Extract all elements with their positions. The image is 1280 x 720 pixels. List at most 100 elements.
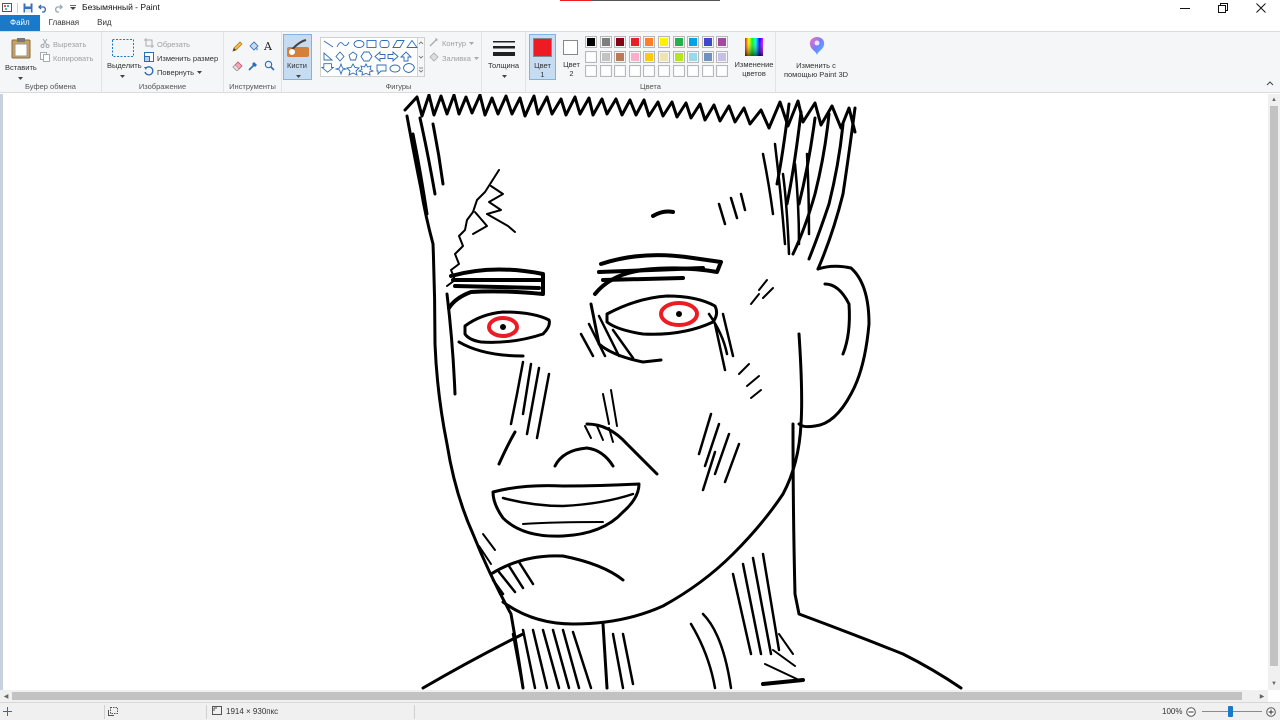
select-button[interactable]: Выделить — [105, 36, 142, 81]
rotate-button[interactable]: Повернуть — [144, 66, 203, 78]
palette-color-fill — [601, 38, 610, 46]
status-bar: 1914 × 930пкс 100% — [0, 702, 1280, 720]
palette-color-swatch[interactable] — [599, 36, 612, 48]
palette-color-swatch[interactable] — [614, 50, 627, 63]
collapse-ribbon-icon[interactable] — [1266, 78, 1274, 88]
scroll-right-icon[interactable]: ▶ — [1256, 690, 1268, 702]
palette-color-swatch[interactable] — [599, 65, 612, 78]
pencil-icon[interactable] — [232, 41, 243, 54]
cut-label: Вырезать — [53, 39, 87, 49]
color1-label: Цвет — [534, 61, 551, 70]
shapes-gallery[interactable] — [320, 37, 418, 77]
ribbon-tabs: Файл Главная Вид — [0, 15, 1280, 31]
palette-color-swatch[interactable] — [585, 50, 597, 63]
palette-color-swatch[interactable] — [643, 50, 656, 63]
palette-color-swatch[interactable] — [701, 50, 714, 63]
magnifier-icon[interactable] — [264, 60, 275, 73]
palette-color-swatch[interactable] — [672, 36, 685, 48]
zoom-in-icon[interactable] — [1266, 703, 1276, 720]
palette-color-swatch[interactable] — [643, 36, 656, 48]
palette-color-swatch[interactable] — [658, 36, 670, 48]
palette-color-swatch[interactable] — [643, 65, 656, 78]
palette-color-swatch[interactable] — [716, 36, 729, 48]
clipboard-group: Вставить Вырезать Копировать Буфер обмен… — [0, 32, 102, 93]
color2-button[interactable]: Цвет 2 — [558, 34, 585, 80]
scroll-left-icon[interactable]: ◀ — [0, 690, 12, 702]
text-tool-button[interactable]: A — [264, 40, 272, 53]
copy-icon — [40, 52, 50, 64]
restore-icon[interactable] — [1204, 0, 1242, 15]
cut-button[interactable]: Вырезать — [40, 38, 86, 50]
quick-access-toolbar — [2, 1, 78, 14]
outline-button[interactable]: Контур — [429, 37, 475, 49]
zoom-slider-thumb[interactable] — [1228, 706, 1233, 717]
palette-color-swatch[interactable] — [585, 36, 597, 48]
fill-button[interactable]: Заливка — [429, 52, 479, 64]
resize-button[interactable]: Изменить размер — [144, 52, 218, 64]
redo-icon[interactable] — [52, 2, 63, 13]
tab-view[interactable]: Вид — [88, 15, 120, 31]
palette-color-fill — [689, 52, 698, 61]
shapes-scroll[interactable] — [418, 37, 425, 77]
paint3d-icon — [808, 36, 826, 58]
palette-color-swatch[interactable] — [687, 36, 700, 48]
select-dropdown-icon — [120, 71, 125, 81]
palette-color-swatch[interactable] — [687, 50, 700, 63]
vertical-scrollbar[interactable]: ▲ ▼ — [1268, 94, 1280, 690]
palette-color-fill — [674, 52, 683, 61]
rotate-label: Повернуть — [157, 67, 195, 77]
tab-home[interactable]: Главная — [40, 15, 88, 31]
clipboard-group-label: Буфер обмена — [25, 82, 76, 91]
edit-with-paint3d-button[interactable]: Изменить с помощью Paint 3D — [780, 35, 852, 81]
minimize-icon[interactable] — [1166, 0, 1204, 15]
palette-color-swatch[interactable] — [614, 65, 627, 78]
palette-color-swatch[interactable] — [628, 36, 641, 48]
tab-file[interactable]: Файл — [0, 15, 40, 31]
fill-bucket-icon[interactable] — [248, 41, 259, 54]
customize-qat-icon[interactable] — [67, 2, 78, 13]
palette-color-swatch[interactable] — [716, 65, 729, 78]
size-dropdown-icon — [502, 71, 507, 81]
workspace — [0, 93, 1280, 690]
palette-color-swatch[interactable] — [672, 65, 685, 78]
palette-color-swatch[interactable] — [658, 50, 670, 63]
vertical-scroll-thumb[interactable] — [1270, 106, 1278, 666]
palette-color-swatch[interactable] — [687, 65, 700, 78]
tools-group-label: Инструменты — [229, 82, 276, 91]
color-picker-icon[interactable] — [248, 60, 259, 73]
eraser-icon[interactable] — [232, 60, 243, 73]
palette-color-swatch[interactable] — [672, 50, 685, 63]
ribbon: Вставить Вырезать Копировать Буфер обмен… — [0, 31, 1280, 93]
palette-color-swatch[interactable] — [716, 50, 729, 63]
brushes-button[interactable]: Кисти — [283, 34, 312, 80]
copy-button[interactable]: Копировать — [40, 52, 93, 64]
size-button[interactable]: Толщина — [485, 35, 523, 79]
scroll-up-icon[interactable]: ▲ — [1268, 94, 1280, 106]
zoom-out-icon[interactable] — [1186, 703, 1196, 720]
scroll-down-icon[interactable]: ▼ — [1268, 678, 1280, 690]
palette-color-swatch[interactable] — [658, 65, 670, 78]
palette-color-swatch[interactable] — [599, 50, 612, 63]
crop-label: Обрезать — [157, 39, 191, 49]
outline-icon — [429, 37, 439, 49]
horizontal-scrollbar[interactable]: ◀ ▶ — [0, 690, 1268, 702]
horizontal-scroll-thumb[interactable] — [12, 692, 1242, 700]
palette-color-swatch[interactable] — [701, 65, 714, 78]
paste-button[interactable]: Вставить — [3, 35, 37, 80]
palette-color-fill — [587, 52, 595, 61]
drawing-canvas[interactable] — [3, 93, 1268, 690]
resize-label: Изменить размер — [157, 53, 219, 63]
color1-button[interactable]: Цвет 1 — [529, 34, 556, 80]
palette-color-swatch[interactable] — [701, 36, 714, 48]
palette-color-swatch[interactable] — [585, 65, 597, 78]
palette-color-fill — [630, 38, 639, 46]
close-icon[interactable] — [1242, 0, 1280, 15]
crop-button[interactable]: Обрезать — [144, 38, 190, 50]
palette-color-swatch[interactable] — [614, 36, 627, 48]
palette-color-fill — [601, 67, 610, 76]
palette-color-swatch[interactable] — [628, 65, 641, 78]
edit-colors-button[interactable]: Изменение цветов — [732, 36, 776, 82]
undo-icon[interactable] — [37, 2, 48, 13]
palette-color-swatch[interactable] — [628, 50, 641, 63]
save-icon[interactable] — [22, 2, 33, 13]
